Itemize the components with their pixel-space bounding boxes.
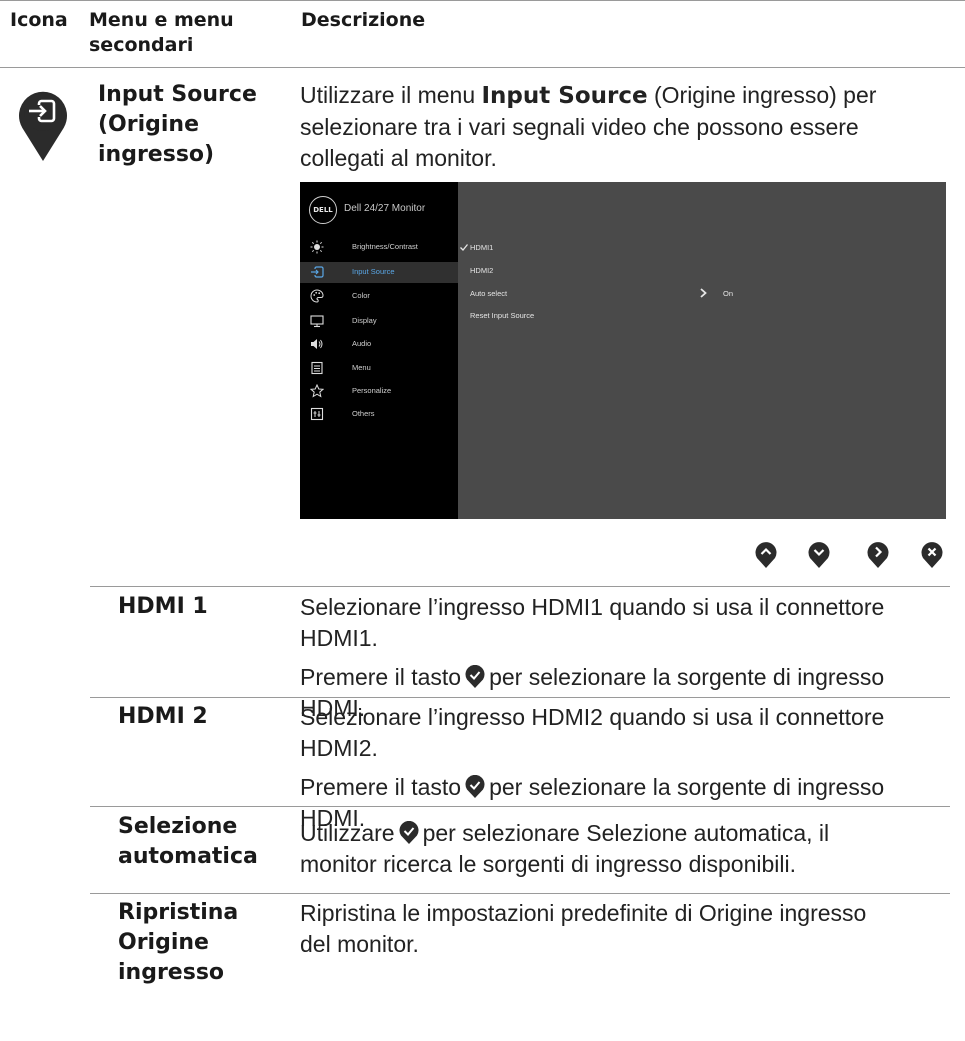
osd-item-label: Input Source bbox=[352, 267, 395, 276]
osd-title: Dell 24/27 Monitor bbox=[344, 203, 426, 214]
chevron-right-icon bbox=[700, 288, 707, 298]
osd-option-hdmi1[interactable]: HDMI1 bbox=[470, 243, 493, 252]
input-source-icon bbox=[19, 91, 68, 161]
header-menu-line2: secondari bbox=[89, 34, 194, 56]
check-button-icon bbox=[465, 775, 485, 798]
osd-menu-screenshot: DELL Dell 24/27 Monitor Brightness/Contr… bbox=[300, 182, 946, 519]
hdmi2-description: Selezionare l’ingresso HDMI2 quando si u… bbox=[300, 702, 884, 834]
osd-item-color[interactable]: Color bbox=[300, 286, 458, 307]
reset-input-name-line2: Origine bbox=[118, 930, 209, 955]
checkmark-icon bbox=[460, 244, 468, 251]
auto-select-name-line2: automatica bbox=[118, 844, 258, 869]
up-button-icon bbox=[755, 542, 777, 568]
others-icon bbox=[310, 407, 324, 421]
dell-logo: DELL bbox=[309, 196, 337, 224]
input-source-desc-line3: collegati al monitor. bbox=[300, 145, 497, 171]
input-source-desc-line2: selezionare tra i vari segnali video che… bbox=[300, 114, 859, 140]
osd-item-display[interactable]: Display bbox=[300, 311, 458, 332]
check-button-icon bbox=[465, 665, 485, 688]
osd-item-personalize[interactable]: Personalize bbox=[300, 381, 458, 402]
hdmi2-press-line: Premere il tasto per selezionare la sorge… bbox=[300, 774, 885, 800]
osd-item-label: Others bbox=[352, 409, 375, 418]
osd-item-audio[interactable]: Audio bbox=[300, 334, 458, 355]
input-source-name: Input Source (Origine ingresso) bbox=[98, 80, 257, 170]
header-icon-column: Icona bbox=[10, 9, 68, 31]
input-source-description: Utilizzare il menu Input Source (Origine… bbox=[300, 80, 876, 174]
auto-select-desc-line1: Utilizzare per selezionare Selezione auto… bbox=[300, 820, 830, 846]
auto-select-description: Utilizzare per selezionare Selezione auto… bbox=[300, 818, 829, 880]
osd-option-reset-input-source[interactable]: Reset Input Source bbox=[470, 311, 534, 320]
header-menu-line1: Menu e menu bbox=[89, 9, 234, 31]
auto-select-name: Selezione automatica bbox=[118, 812, 258, 872]
reset-input-description: Ripristina le impostazioni predefinite d… bbox=[300, 898, 866, 960]
header-rule bbox=[0, 67, 965, 68]
input-source-name-line1: Input Source bbox=[98, 82, 257, 107]
auto-select-name-line1: Selezione bbox=[118, 814, 238, 839]
input-source-name-line2: (Origine bbox=[98, 112, 200, 137]
hdmi2-desc-line1: Selezionare l’ingresso HDMI2 quando si u… bbox=[300, 704, 885, 730]
hdmi1-name: HDMI 1 bbox=[118, 594, 208, 619]
hdmi1-desc-line2: HDMI1. bbox=[300, 625, 378, 651]
down-button-icon bbox=[808, 542, 830, 568]
osd-auto-select-value: On bbox=[723, 289, 734, 298]
hdmi1-press-line: Premere il tasto per selezionare la sorge… bbox=[300, 664, 885, 690]
osd-item-others[interactable]: Others bbox=[300, 404, 458, 425]
osd-item-input-source[interactable]: Input Source bbox=[300, 262, 458, 283]
osd-item-brightness-contrast[interactable]: Brightness/Contrast bbox=[300, 237, 458, 258]
reset-input-name-line1: Ripristina bbox=[118, 900, 239, 925]
input-source-name-line3: ingresso) bbox=[98, 142, 215, 167]
row-rule-hdmi1 bbox=[90, 586, 950, 587]
hdmi2-name: HDMI 2 bbox=[118, 704, 208, 729]
speaker-icon bbox=[311, 339, 323, 349]
header-menu-column: Menu e menu secondari bbox=[89, 8, 234, 58]
brightness-icon bbox=[310, 240, 324, 254]
osd-item-menu[interactable]: Menu bbox=[300, 358, 458, 379]
menu-list-icon bbox=[311, 361, 323, 375]
osd-item-label: Audio bbox=[352, 339, 372, 348]
osd-item-label: Display bbox=[352, 316, 377, 325]
osd-item-label: Menu bbox=[352, 363, 371, 372]
display-icon bbox=[310, 315, 324, 328]
osd-item-label: Color bbox=[352, 291, 370, 300]
star-icon bbox=[310, 384, 324, 398]
reset-input-desc-line1: Ripristina le impostazioni predefinite d… bbox=[300, 900, 867, 926]
reset-input-name: Ripristina Origine ingresso bbox=[118, 898, 238, 988]
hdmi1-desc-line1: Selezionare l’ingresso HDMI1 quando si u… bbox=[300, 594, 885, 620]
auto-select-desc-line2: monitor ricerca le sorgenti di ingresso … bbox=[300, 851, 797, 877]
osd-item-label: Brightness/Contrast bbox=[352, 242, 418, 251]
palette-icon bbox=[310, 289, 324, 303]
osd-sidebar: DELL Dell 24/27 Monitor Brightness/Contr… bbox=[300, 182, 458, 519]
input-source-desc-line1: Utilizzare il menu Input Source (Origine… bbox=[300, 82, 877, 109]
osd-item-label: Personalize bbox=[352, 386, 392, 395]
input-source-icon bbox=[311, 266, 324, 278]
header-description-column: Descrizione bbox=[301, 9, 426, 31]
osd-option-auto-select[interactable]: Auto select bbox=[470, 289, 507, 298]
right-button-icon bbox=[867, 542, 889, 568]
close-button-icon bbox=[921, 542, 943, 568]
check-button-icon bbox=[399, 821, 419, 844]
row-rule-reset bbox=[90, 893, 950, 894]
hdmi2-desc-line2: HDMI2. bbox=[300, 735, 378, 761]
reset-input-name-line3: ingresso bbox=[118, 960, 225, 985]
top-rule bbox=[0, 0, 965, 1]
osd-option-hdmi2[interactable]: HDMI2 bbox=[470, 266, 493, 275]
reset-input-desc-line2: del monitor. bbox=[300, 931, 419, 957]
